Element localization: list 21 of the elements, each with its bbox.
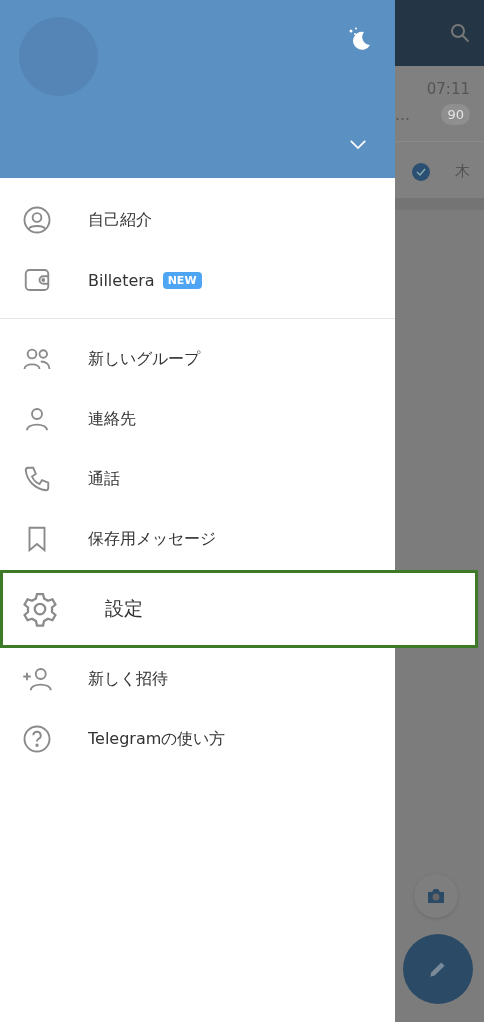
chevron-down-icon[interactable]	[349, 139, 367, 150]
search-icon[interactable]	[450, 23, 470, 43]
unread-count: 90	[441, 104, 470, 125]
phone-icon	[22, 464, 52, 494]
menu-item[interactable]: 新しいグループ	[0, 329, 395, 389]
camera-button[interactable]	[413, 874, 458, 918]
new-badge: NEW	[162, 271, 202, 289]
person-circle-icon	[22, 205, 52, 235]
chat-preview: …	[395, 105, 410, 124]
menu-item[interactable]: 通話	[0, 449, 395, 509]
menu-item[interactable]: 連絡先	[0, 389, 395, 449]
menu-item[interactable]: Billetera NEW	[0, 250, 395, 310]
help-icon	[22, 724, 52, 754]
menu-item[interactable]: 保存用メッセージ	[0, 509, 395, 569]
settings-icon	[22, 591, 58, 627]
camera-icon	[425, 888, 446, 904]
menu-item[interactable]: 自己紹介	[0, 190, 395, 250]
menu-item[interactable]: 設定	[0, 570, 478, 648]
menu-item[interactable]: Telegramの使い方	[0, 709, 395, 769]
verified-icon	[411, 162, 431, 182]
menu-item[interactable]: 新しく招待	[0, 649, 395, 709]
